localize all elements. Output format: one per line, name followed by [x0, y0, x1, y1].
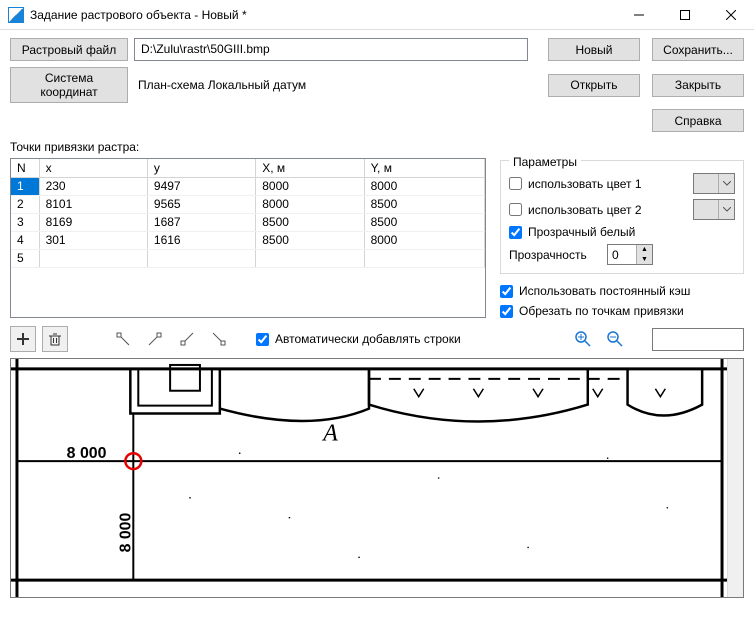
row-index: 2 [11, 195, 39, 213]
cell-y[interactable]: 1616 [147, 231, 255, 249]
cell-x[interactable]: 8101 [39, 195, 147, 213]
row-index: 5 [11, 249, 39, 267]
zoom-in-icon [574, 330, 592, 348]
cell-ym[interactable]: 8500 [364, 213, 484, 231]
trash-icon [48, 332, 62, 346]
row-toolbar: Автоматически добавлять строки [10, 326, 744, 352]
auto-add-rows-checkbox[interactable] [256, 333, 269, 346]
preview-tick-h: 8 000 [67, 445, 107, 462]
spin-up-icon[interactable]: ▲ [636, 245, 652, 255]
cell-x[interactable]: 301 [39, 231, 147, 249]
help-button[interactable]: Справка [652, 109, 744, 132]
vertical-scrollbar[interactable] [727, 359, 743, 597]
parameters-legend: Параметры [509, 155, 581, 169]
zoom-out-button[interactable] [602, 326, 628, 352]
cell-xm[interactable] [256, 249, 364, 267]
cell-ym[interactable]: 8500 [364, 195, 484, 213]
chevron-down-icon [718, 200, 734, 219]
raster-path-field[interactable]: D:\Zulu\rastr\50GIII.bmp [134, 38, 528, 61]
transparency-value[interactable] [608, 245, 636, 264]
align-tool-2[interactable] [142, 326, 168, 352]
maximize-button[interactable] [662, 0, 708, 30]
zoom-info-field[interactable] [652, 328, 744, 351]
add-row-button[interactable] [10, 326, 36, 352]
use-color2-label: использовать цвет 2 [528, 203, 687, 217]
chevron-down-icon [718, 174, 734, 193]
coord-system-button[interactable]: Система координат [10, 67, 128, 103]
close-dialog-button[interactable]: Закрыть [652, 74, 744, 97]
col-n[interactable]: N [11, 159, 39, 177]
anchor-points-label: Точки привязки растра: [10, 140, 744, 154]
cell-ym[interactable]: 8000 [364, 177, 484, 195]
crop-by-points-checkbox[interactable] [500, 305, 513, 318]
auto-add-rows-label: Автоматически добавлять строки [275, 332, 461, 346]
color2-picker[interactable] [693, 199, 735, 220]
row-index: 3 [11, 213, 39, 231]
transparency-spinner[interactable]: ▲▼ [607, 244, 653, 265]
table-row[interactable]: 1230949780008000 [11, 177, 485, 195]
spin-down-icon[interactable]: ▼ [636, 255, 652, 265]
row-index: 1 [11, 177, 39, 195]
cell-x[interactable]: 8169 [39, 213, 147, 231]
table-row[interactable]: 28101956580008500 [11, 195, 485, 213]
transparent-white-label: Прозрачный белый [528, 225, 635, 239]
use-cache-checkbox[interactable] [500, 285, 513, 298]
cell-xm[interactable]: 8000 [256, 195, 364, 213]
col-y[interactable]: y [147, 159, 255, 177]
cell-x[interactable]: 230 [39, 177, 147, 195]
align-tool-3[interactable] [174, 326, 200, 352]
close-button[interactable] [708, 0, 754, 30]
table-row[interactable]: 4301161685008000 [11, 231, 485, 249]
cell-ym[interactable] [364, 249, 484, 267]
horizontal-scrollbar[interactable] [10, 598, 744, 615]
col-x[interactable]: x [39, 159, 147, 177]
align-tool-1[interactable] [110, 326, 136, 352]
parameters-group: Параметры использовать цвет 1 использова… [500, 160, 744, 274]
crop-by-points-label: Обрезать по точкам привязки [519, 304, 684, 318]
coord-system-label: План-схема Локальный датум [134, 78, 528, 92]
new-button[interactable]: Новый [548, 38, 640, 61]
cell-xm[interactable]: 8500 [256, 213, 364, 231]
use-cache-label: Использовать постоянный кэш [519, 284, 690, 298]
cell-x[interactable] [39, 249, 147, 267]
preview-label-a: A [321, 420, 338, 446]
minimize-button[interactable] [616, 0, 662, 30]
open-button[interactable]: Открыть [548, 74, 640, 97]
cell-xm[interactable]: 8500 [256, 231, 364, 249]
plus-icon [16, 332, 30, 346]
cell-y[interactable]: 9565 [147, 195, 255, 213]
cell-xm[interactable]: 8000 [256, 177, 364, 195]
col-ym[interactable]: Y, м [364, 159, 484, 177]
cell-ym[interactable]: 8000 [364, 231, 484, 249]
col-xm[interactable]: X, м [256, 159, 364, 177]
use-color1-checkbox[interactable] [509, 177, 522, 190]
delete-row-button[interactable] [42, 326, 68, 352]
window-title: Задание растрового объекта - Новый * [30, 8, 616, 22]
cell-y[interactable]: 9497 [147, 177, 255, 195]
raster-preview[interactable]: A 8 000 8 000 [10, 358, 744, 598]
color1-picker[interactable] [693, 173, 735, 194]
anchor-points-table[interactable]: N x y X, м Y, м 123094978000800028101956… [10, 158, 486, 318]
use-color1-label: использовать цвет 1 [528, 177, 687, 191]
table-row[interactable]: 38169168785008500 [11, 213, 485, 231]
preview-tick-v: 8 000 [117, 513, 134, 553]
app-icon [8, 7, 24, 23]
save-button[interactable]: Сохранить... [652, 38, 744, 61]
cell-y[interactable]: 1687 [147, 213, 255, 231]
zoom-out-icon [606, 330, 624, 348]
transparent-white-checkbox[interactable] [509, 226, 522, 239]
cell-y[interactable] [147, 249, 255, 267]
use-color2-checkbox[interactable] [509, 203, 522, 216]
table-row[interactable]: 5 [11, 249, 485, 267]
align-tool-4[interactable] [206, 326, 232, 352]
titlebar: Задание растрового объекта - Новый * [0, 0, 754, 30]
zoom-in-button[interactable] [570, 326, 596, 352]
transparency-label: Прозрачность [509, 248, 601, 262]
raster-file-button[interactable]: Растровый файл [10, 38, 128, 61]
row-index: 4 [11, 231, 39, 249]
